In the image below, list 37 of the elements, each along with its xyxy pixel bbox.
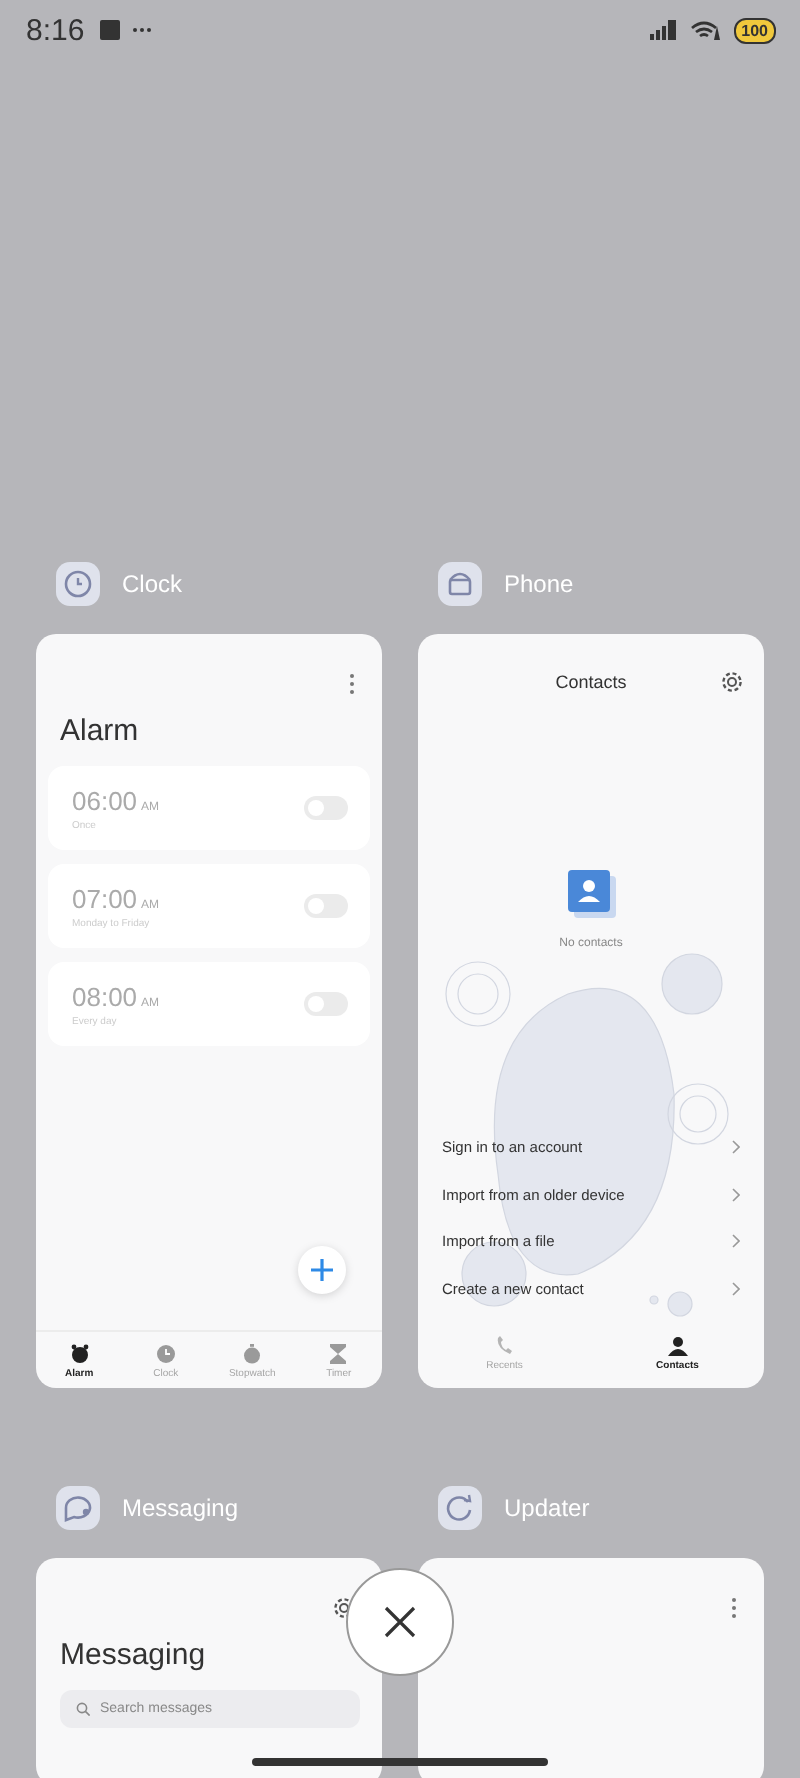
clock-icon xyxy=(155,1344,176,1364)
screen-title: Alarm xyxy=(58,712,141,752)
app-name: Clock xyxy=(122,570,183,598)
screen-title: Messaging xyxy=(58,1636,208,1676)
battery-indicator: 100 xyxy=(733,17,776,43)
chevron-icon xyxy=(732,1187,740,1202)
alarm-clock-icon xyxy=(69,1344,90,1364)
refresh-icon[interactable] xyxy=(438,1486,482,1530)
search-icon xyxy=(76,1702,90,1716)
clock-icon[interactable] xyxy=(56,562,100,606)
alarm-time: 06:00 xyxy=(72,785,138,815)
screen-title: Contacts xyxy=(555,672,627,692)
signal-icon xyxy=(649,20,678,40)
app-name: Phone xyxy=(504,570,574,598)
chevron-icon xyxy=(732,1281,740,1296)
chevron-icon xyxy=(732,1139,740,1154)
app-name: Updater xyxy=(504,1494,590,1522)
more-icon xyxy=(132,26,153,34)
close-button[interactable] xyxy=(346,1568,454,1676)
settings-icon[interactable] xyxy=(720,670,744,694)
phone-handset-icon xyxy=(494,1336,515,1356)
status-time: 8:16 xyxy=(26,13,85,47)
person-icon xyxy=(667,1336,688,1356)
chevron-icon xyxy=(732,1234,740,1249)
alarm-time: 07:00 xyxy=(72,883,138,913)
more-icon[interactable] xyxy=(348,672,356,696)
stopwatch-icon xyxy=(242,1344,263,1364)
wifi-icon xyxy=(689,20,722,40)
alarm-time: 08:00 xyxy=(72,981,138,1011)
add-button[interactable] xyxy=(298,1246,346,1294)
chat-bubble-icon[interactable] xyxy=(56,1486,100,1530)
app-name: Messaging xyxy=(122,1494,239,1522)
hourglass-icon xyxy=(328,1344,349,1364)
notification-icon xyxy=(100,20,121,40)
phone-icon[interactable] xyxy=(438,562,482,606)
more-icon[interactable] xyxy=(730,1596,738,1620)
contact-icon xyxy=(567,870,615,918)
